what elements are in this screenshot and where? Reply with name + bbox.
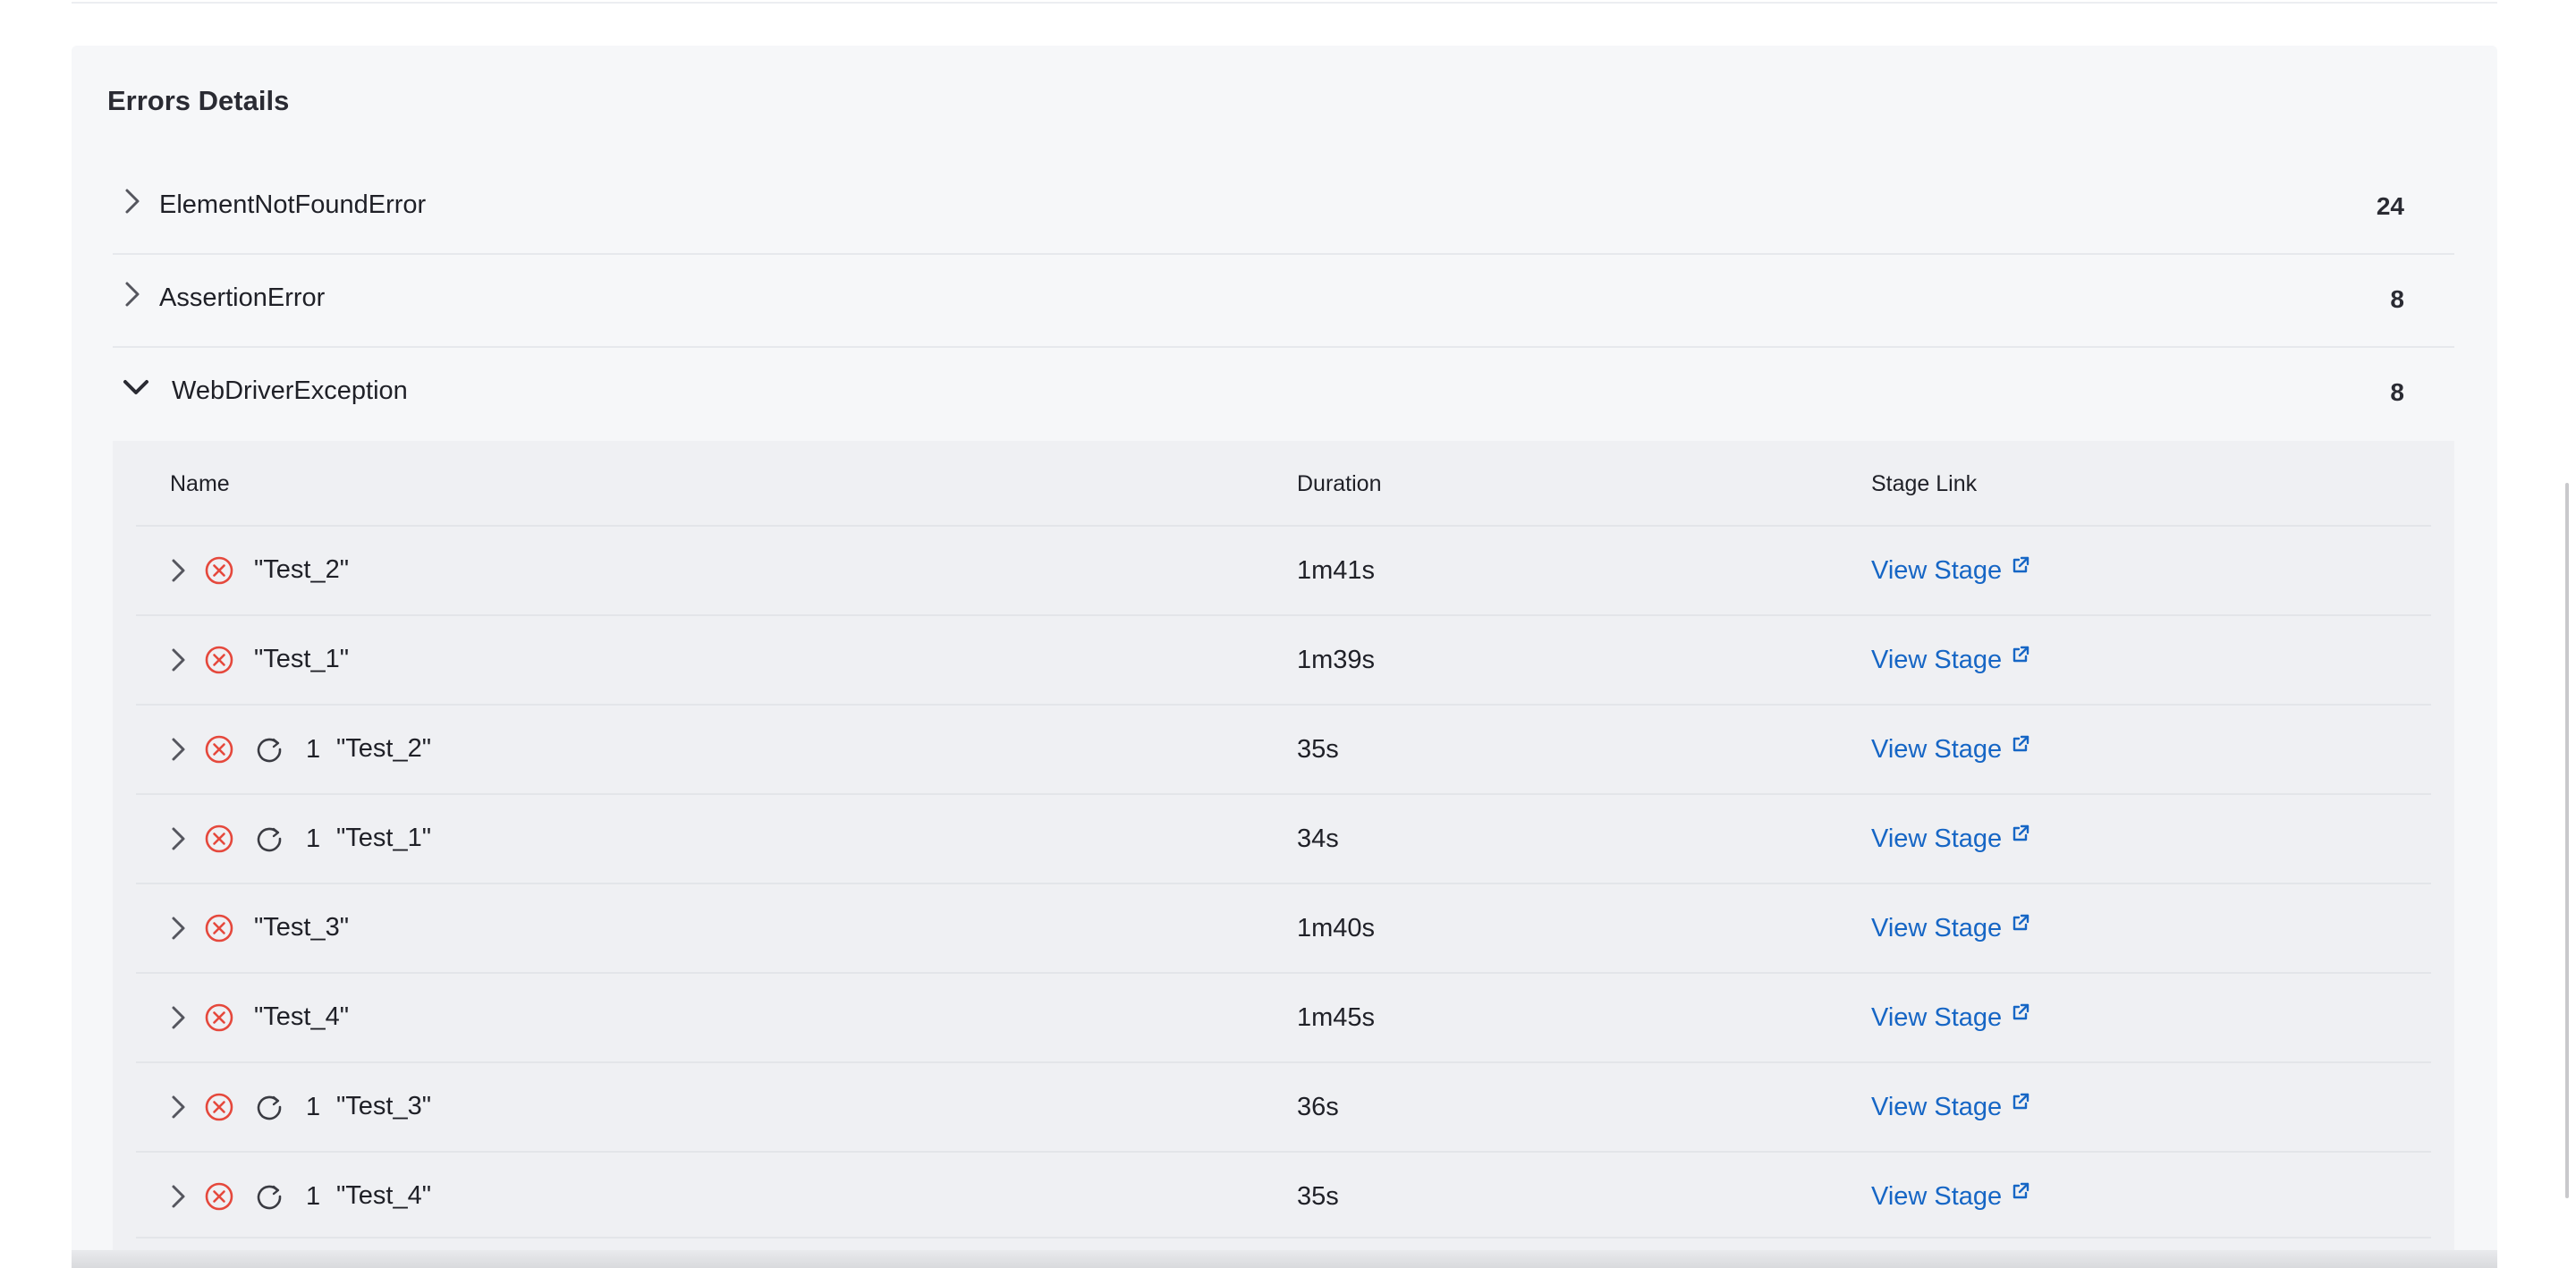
table-row[interactable]: 1 "Test_2" 35s View Stage bbox=[136, 706, 2431, 795]
external-link-icon bbox=[2012, 556, 2029, 573]
chevron-right-icon[interactable] bbox=[168, 1001, 190, 1035]
error-circle-x-icon bbox=[205, 735, 233, 764]
test-name: "Test_1" bbox=[336, 824, 432, 852]
view-stage-label: View Stage bbox=[1871, 1093, 2003, 1121]
view-stage-label: View Stage bbox=[1871, 646, 2003, 674]
test-name: "Test_2" bbox=[336, 734, 432, 763]
error-group-assertion[interactable]: AssertionError 8 bbox=[113, 255, 2454, 348]
error-circle-x-icon bbox=[205, 1182, 233, 1211]
retry-count: 1 bbox=[306, 1093, 321, 1121]
test-duration: 1m45s bbox=[1297, 1003, 1376, 1032]
test-name: "Test_1" bbox=[254, 645, 350, 673]
test-duration: 1m39s bbox=[1297, 646, 1376, 674]
chevron-down-icon[interactable] bbox=[120, 375, 152, 400]
view-stage-label: View Stage bbox=[1871, 824, 2003, 853]
retry-count: 1 bbox=[306, 735, 321, 764]
retry-count: 1 bbox=[306, 824, 321, 853]
retry-icon bbox=[257, 1185, 282, 1210]
table-row[interactable]: 1 "Test_1" 34s View Stage bbox=[136, 795, 2431, 884]
retry-icon bbox=[257, 738, 282, 763]
error-group-count: 8 bbox=[2390, 285, 2404, 313]
chevron-right-icon[interactable] bbox=[168, 911, 190, 945]
external-link-icon bbox=[2012, 1182, 2029, 1199]
table-row[interactable]: 1 "Test_3" 36s View Stage bbox=[136, 1063, 2431, 1153]
chevron-right-icon[interactable] bbox=[168, 554, 190, 588]
chevron-right-icon[interactable] bbox=[118, 183, 147, 219]
view-stage-link[interactable]: View Stage bbox=[1871, 645, 2030, 675]
view-stage-link[interactable]: View Stage bbox=[1871, 555, 2030, 586]
external-link-icon bbox=[2012, 1093, 2029, 1110]
column-header-duration[interactable]: Duration bbox=[1297, 471, 1382, 497]
view-stage-link[interactable]: View Stage bbox=[1871, 913, 2030, 943]
external-link-icon bbox=[2012, 1003, 2029, 1020]
view-stage-link[interactable]: View Stage bbox=[1871, 1092, 2030, 1122]
table-row[interactable]: "Test_2" 1m41s View Stage bbox=[136, 527, 2431, 616]
table-row[interactable]: 1 "Test_4" 35s View Stage bbox=[136, 1153, 2431, 1238]
chevron-right-icon[interactable] bbox=[168, 1090, 190, 1124]
external-link-icon bbox=[2012, 914, 2029, 931]
column-header-name[interactable]: Name bbox=[170, 471, 230, 497]
error-circle-x-icon bbox=[205, 556, 233, 585]
table-row[interactable]: "Test_4" 1m45s View Stage bbox=[136, 974, 2431, 1063]
view-stage-link[interactable]: View Stage bbox=[1871, 824, 2030, 854]
external-link-icon bbox=[2012, 824, 2029, 841]
error-group-name: AssertionError bbox=[159, 283, 326, 312]
test-name: "Test_4" bbox=[254, 1002, 350, 1031]
error-group-count: 8 bbox=[2390, 378, 2404, 406]
vertical-scrollbar[interactable] bbox=[2565, 483, 2569, 1198]
top-card-edge bbox=[72, 0, 2497, 4]
error-group-count: 24 bbox=[2376, 192, 2404, 220]
test-duration: 35s bbox=[1297, 735, 1339, 764]
error-circle-x-icon bbox=[205, 1003, 233, 1032]
chevron-right-icon[interactable] bbox=[168, 643, 190, 677]
chevron-right-icon[interactable] bbox=[168, 732, 190, 766]
error-circle-x-icon bbox=[205, 914, 233, 943]
error-group-name: WebDriverException bbox=[172, 376, 408, 405]
chevron-right-icon[interactable] bbox=[118, 276, 147, 312]
view-stage-label: View Stage bbox=[1871, 1182, 2003, 1211]
column-header-stage-link: Stage Link bbox=[1871, 471, 1978, 496]
external-link-icon bbox=[2012, 646, 2029, 663]
table-row[interactable]: "Test_3" 1m40s View Stage bbox=[136, 884, 2431, 974]
table-row[interactable]: "Test_1" 1m39s View Stage bbox=[136, 616, 2431, 706]
chevron-right-icon[interactable] bbox=[168, 822, 190, 856]
view-stage-label: View Stage bbox=[1871, 735, 2003, 764]
panel-title: Errors Details bbox=[107, 85, 290, 116]
table-header: Name Duration Stage Link bbox=[136, 441, 2431, 527]
external-link-icon bbox=[2012, 735, 2029, 752]
error-circle-x-icon bbox=[205, 1093, 233, 1121]
view-stage-link[interactable]: View Stage bbox=[1871, 1181, 2030, 1212]
test-name: "Test_3" bbox=[336, 1092, 432, 1120]
test-duration: 36s bbox=[1297, 1093, 1339, 1121]
test-duration: 1m41s bbox=[1297, 556, 1376, 585]
error-circle-x-icon bbox=[205, 646, 233, 674]
test-name: "Test_3" bbox=[254, 913, 350, 942]
view-stage-label: View Stage bbox=[1871, 556, 2003, 585]
webdriver-tests-table: Name Duration Stage Link "Test_2" 1m41s Vi… bbox=[113, 441, 2454, 1268]
error-circle-x-icon bbox=[205, 824, 233, 853]
test-duration: 1m40s bbox=[1297, 914, 1376, 943]
view-stage-label: View Stage bbox=[1871, 1003, 2003, 1032]
bottom-shadow bbox=[72, 1250, 2497, 1268]
test-duration: 34s bbox=[1297, 824, 1339, 853]
error-group-name: ElementNotFoundError bbox=[159, 190, 427, 219]
errors-details-panel: Errors Details ElementNotFoundError 24 A… bbox=[72, 46, 2497, 1268]
test-name: "Test_4" bbox=[336, 1181, 432, 1210]
test-name: "Test_2" bbox=[254, 555, 350, 584]
view-stage-link[interactable]: View Stage bbox=[1871, 1002, 2030, 1033]
view-stage-label: View Stage bbox=[1871, 914, 2003, 943]
retry-count: 1 bbox=[306, 1182, 321, 1211]
error-group-webdriver[interactable]: WebDriverException 8 bbox=[113, 348, 2454, 441]
chevron-right-icon[interactable] bbox=[168, 1179, 190, 1213]
test-duration: 35s bbox=[1297, 1182, 1339, 1211]
view-stage-link[interactable]: View Stage bbox=[1871, 734, 2030, 765]
retry-icon bbox=[257, 827, 282, 852]
error-group-element-not-found[interactable]: ElementNotFoundError 24 bbox=[113, 162, 2454, 255]
retry-icon bbox=[257, 1095, 282, 1120]
